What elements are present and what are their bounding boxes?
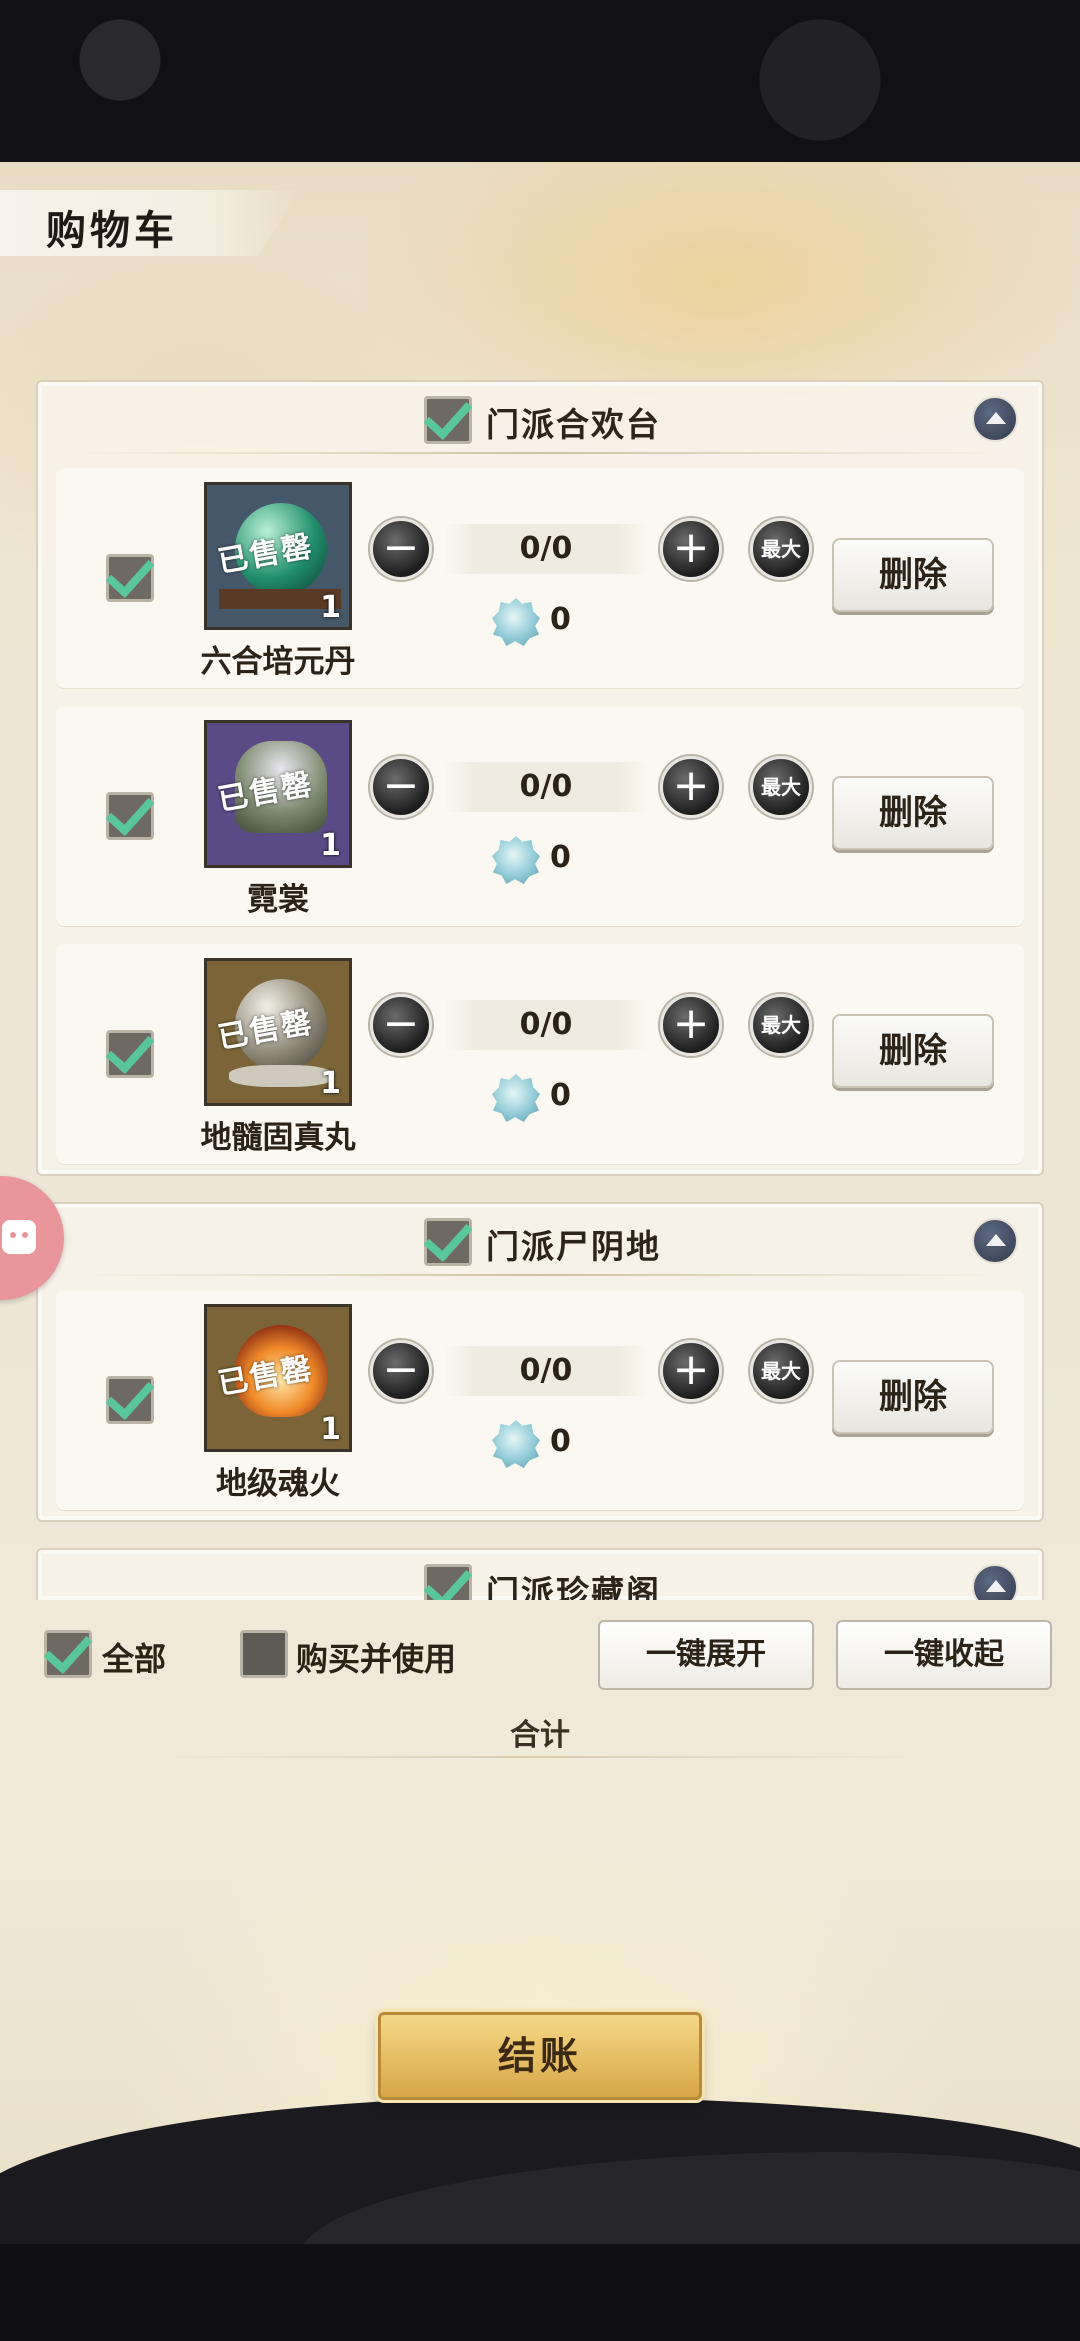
pedestal-shape — [229, 1065, 333, 1087]
plus-icon: + — [672, 760, 710, 811]
item-checkbox[interactable] — [106, 1030, 154, 1078]
minus-icon: − — [382, 522, 420, 573]
quantity-field[interactable]: 0/0 — [444, 762, 648, 812]
minus-icon: − — [382, 998, 420, 1049]
page-title: 购物车 — [46, 207, 178, 254]
group-title: 门派尸阴地 — [486, 1227, 661, 1266]
select-all-checkbox[interactable] — [44, 1630, 92, 1678]
cart-item: 已售罄 1 地级魂火 − 0/0 + 最大 0 删除 — [56, 1290, 1024, 1510]
collapse-group-button[interactable] — [972, 1564, 1018, 1600]
item-quantity: 1 — [320, 1066, 341, 1101]
group-title: 门派合欢台 — [486, 405, 661, 444]
decrease-button[interactable]: − — [370, 994, 432, 1056]
shop-group-panel: 门派珍藏阁 — [36, 1548, 1044, 1600]
item-price: 0 — [550, 602, 571, 637]
select-all-label: 全部 — [102, 1640, 167, 1678]
cart-item: 已售罄 1 霓裳 − 0/0 + 最大 0 删除 — [56, 706, 1024, 926]
item-price: 0 — [550, 1078, 571, 1113]
item-name: 六合培元丹 — [200, 644, 356, 680]
item-quantity: 1 — [320, 828, 341, 863]
group-header: 门派尸阴地 — [38, 1204, 1042, 1276]
item-checkbox[interactable] — [106, 1376, 154, 1424]
delete-button[interactable]: 删除 — [832, 776, 994, 850]
decrease-button[interactable]: − — [370, 1340, 432, 1402]
spirit-stone-icon — [492, 598, 540, 646]
plus-icon: + — [672, 998, 710, 1049]
cart-item: 已售罄 1 地髓固真丸 − 0/0 + 最大 0 删除 — [56, 944, 1024, 1164]
increase-button[interactable]: + — [660, 518, 722, 580]
total-label: 合计 — [510, 1718, 570, 1753]
buy-and-use-checkbox[interactable] — [240, 1630, 288, 1678]
item-icon: 已售罄 1 — [204, 720, 352, 868]
header-divider — [78, 1274, 1002, 1276]
quantity-field[interactable]: 0/0 — [444, 1000, 648, 1050]
minus-icon: − — [382, 1344, 420, 1395]
increase-button[interactable]: + — [660, 1340, 722, 1402]
max-button[interactable]: 最大 — [750, 518, 812, 580]
item-checkbox[interactable] — [106, 554, 154, 602]
decrease-button[interactable]: − — [370, 756, 432, 818]
group-header: 门派合欢台 — [38, 382, 1042, 454]
quantity-field[interactable]: 0/0 — [444, 1346, 648, 1396]
delete-button[interactable]: 删除 — [832, 538, 994, 612]
item-name: 地级魂火 — [216, 1466, 340, 1502]
checkout-button[interactable]: 结账 — [378, 2012, 702, 2100]
group-header: 门派珍藏阁 — [38, 1550, 1042, 1600]
group-checkbox[interactable] — [424, 1218, 472, 1266]
total-divider — [160, 1756, 920, 1758]
increase-button[interactable]: + — [660, 994, 722, 1056]
item-quantity: 1 — [320, 1412, 341, 1447]
expand-all-button[interactable]: 一键展开 — [598, 1620, 814, 1690]
delete-button[interactable]: 删除 — [832, 1360, 994, 1434]
collapse-all-button[interactable]: 一键收起 — [836, 1620, 1052, 1690]
item-price: 0 — [550, 840, 571, 875]
bottom-nav-area — [0, 2244, 1080, 2341]
plus-icon: + — [672, 522, 710, 573]
max-button[interactable]: 最大 — [750, 994, 812, 1056]
item-checkbox[interactable] — [106, 792, 154, 840]
shop-group-panel: 门派合欢台 已售罄 1 六合培元丹 − 0/0 + 最大 0 删除 已售罄 1 … — [36, 380, 1044, 1176]
group-title: 门派珍藏阁 — [486, 1573, 661, 1600]
group-checkbox[interactable] — [424, 396, 472, 444]
increase-button[interactable]: + — [660, 756, 722, 818]
quantity-field[interactable]: 0/0 — [444, 524, 648, 574]
buy-and-use-label: 购买并使用 — [296, 1640, 457, 1678]
plus-icon: + — [672, 1344, 710, 1395]
header-divider — [78, 452, 1002, 454]
item-icon: 已售罄 1 — [204, 1304, 352, 1452]
max-button[interactable]: 最大 — [750, 756, 812, 818]
minus-icon: − — [382, 760, 420, 811]
decrease-button[interactable]: − — [370, 518, 432, 580]
item-icon: 已售罄 1 — [204, 482, 352, 630]
spirit-stone-icon — [492, 1074, 540, 1122]
item-price: 0 — [550, 1424, 571, 1459]
item-quantity: 1 — [320, 590, 341, 625]
item-name: 地髓固真丸 — [200, 1120, 356, 1156]
collapse-group-button[interactable] — [972, 396, 1018, 442]
item-icon: 已售罄 1 — [204, 958, 352, 1106]
group-checkbox[interactable] — [424, 1564, 472, 1600]
cart-item: 已售罄 1 六合培元丹 − 0/0 + 最大 0 删除 — [56, 468, 1024, 688]
item-name: 霓裳 — [247, 882, 309, 918]
spirit-stone-icon — [492, 1420, 540, 1468]
delete-button[interactable]: 删除 — [832, 1014, 994, 1088]
spirit-stone-icon — [492, 836, 540, 884]
shop-group-panel: 门派尸阴地 已售罄 1 地级魂火 − 0/0 + 最大 0 删除 — [36, 1202, 1044, 1522]
max-button[interactable]: 最大 — [750, 1340, 812, 1402]
collapse-group-button[interactable] — [972, 1218, 1018, 1264]
top-status-area — [0, 0, 1080, 162]
